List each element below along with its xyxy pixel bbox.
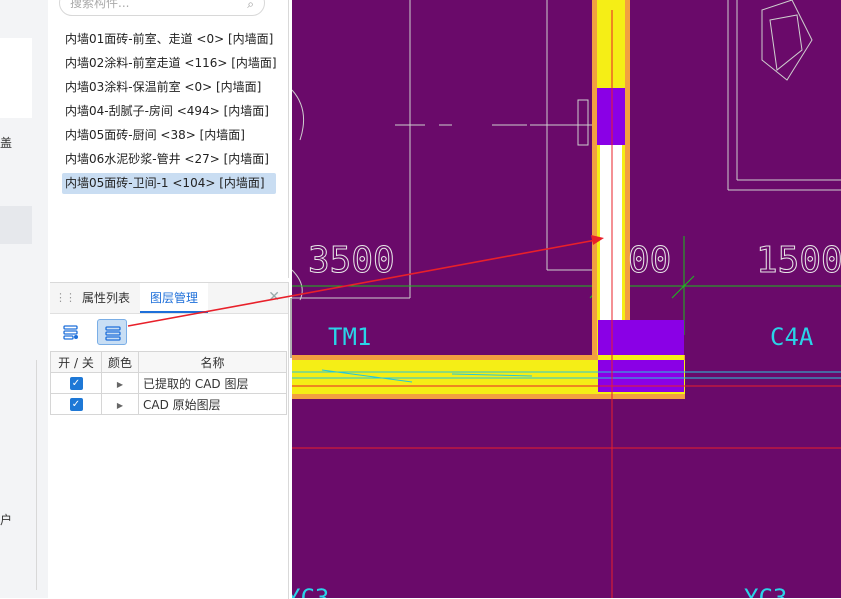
layer-name: CAD 原始图层 (138, 393, 287, 415)
component-list-panel: 搜索构件... ⌕ 内墙01面砖-前室、走道 <0> [内墙面] 内墙02涂料-前… (50, 0, 289, 278)
layer-checkbox[interactable]: ✓ (69, 398, 83, 411)
header-color: 颜色 (101, 351, 139, 373)
layer-table-header: 开 / 关 颜色 名称 (50, 351, 287, 373)
dimension-1500: 1500 (756, 240, 841, 281)
label-yc3-right: YC3 (744, 584, 787, 598)
label-c4a: C4A (770, 323, 814, 351)
layer-management-panel: ⋮⋮ 属性列表 图层管理 ✕ 开 / 关 颜色 名称 ✓ ▶ 已提取的 CAD 图层… (50, 282, 289, 599)
sidebar-fragment-top[interactable]: 盖 (0, 134, 12, 151)
header-toggle: 开 / 关 (50, 351, 102, 373)
label-tm1: TM1 (328, 323, 371, 351)
cad-background (292, 0, 841, 598)
layer-name: 已提取的 CAD 图层 (138, 372, 287, 394)
search-placeholder: 搜索构件... (70, 0, 130, 10)
component-item[interactable]: 内墙01面砖-前室、走道 <0> [内墙面] (62, 29, 276, 50)
panel-tabs: ⋮⋮ 属性列表 图层管理 ✕ (50, 283, 288, 314)
sidebar-divider (36, 360, 37, 590)
tab-properties[interactable]: 属性列表 (72, 283, 140, 313)
search-input[interactable]: 搜索构件... ⌕ (59, 0, 265, 16)
layer-row[interactable]: ✓ ▶ 已提取的 CAD 图层 (50, 372, 287, 394)
layer-toggle-cell: ✓ (50, 393, 102, 415)
layer-toggle-cell: ✓ (50, 372, 102, 394)
component-item[interactable]: 内墙02涂料-前室走道 <116> [内墙面] (62, 53, 277, 74)
close-icon[interactable]: ✕ (268, 289, 280, 305)
tab-layer-management[interactable]: 图层管理 (140, 283, 209, 313)
component-item[interactable]: 内墙05面砖-厨间 <38> [内墙面] (62, 125, 276, 146)
layer-color-cell: ▶ (101, 393, 139, 415)
left-panel-block (0, 38, 32, 118)
dimension-partial: 00 (628, 240, 671, 281)
component-item[interactable]: 内墙05面砖-卫间-1 <104> [内墙面] (62, 173, 276, 194)
layer-checkbox[interactable]: ✓ (69, 377, 83, 390)
label-yc3-left: YC3 (292, 584, 329, 598)
layers-list-icon (105, 326, 121, 341)
component-item[interactable]: 内墙03涂料-保温前室 <0> [内墙面] (62, 77, 276, 98)
expand-arrow-icon[interactable]: ▶ (117, 401, 123, 410)
component-item[interactable]: 内墙04-刮腻子-房间 <494> [内墙面] (62, 101, 276, 122)
layers-icon (63, 325, 78, 340)
left-sidebar: 盖 户 (0, 0, 48, 598)
header-name: 名称 (138, 351, 287, 373)
expand-arrow-icon[interactable]: ▶ (117, 380, 123, 389)
layer-color-cell: ▶ (101, 372, 139, 394)
component-item[interactable]: 内墙06水泥砂浆-管井 <27> [内墙面] (62, 149, 276, 170)
cad-canvas[interactable]: 3500 00 1500 TM1 C4A YC3 YC3 (292, 0, 841, 598)
dimension-3500: 3500 (308, 240, 395, 281)
show-extracted-layers-button[interactable] (56, 319, 86, 345)
sidebar-fragment-bottom[interactable]: 户 (0, 511, 12, 528)
layer-row[interactable]: ✓ ▶ CAD 原始图层 (50, 393, 287, 415)
layer-table: 开 / 关 颜色 名称 ✓ ▶ 已提取的 CAD 图层 ✓ ▶ CAD 原始图层 (50, 351, 287, 415)
show-original-layers-button[interactable] (97, 319, 127, 345)
search-icon[interactable]: ⌕ (247, 0, 254, 16)
component-list: 内墙01面砖-前室、走道 <0> [内墙面] 内墙02涂料-前室走道 <116> … (62, 29, 277, 197)
sidebar-selected-item[interactable] (0, 206, 32, 244)
